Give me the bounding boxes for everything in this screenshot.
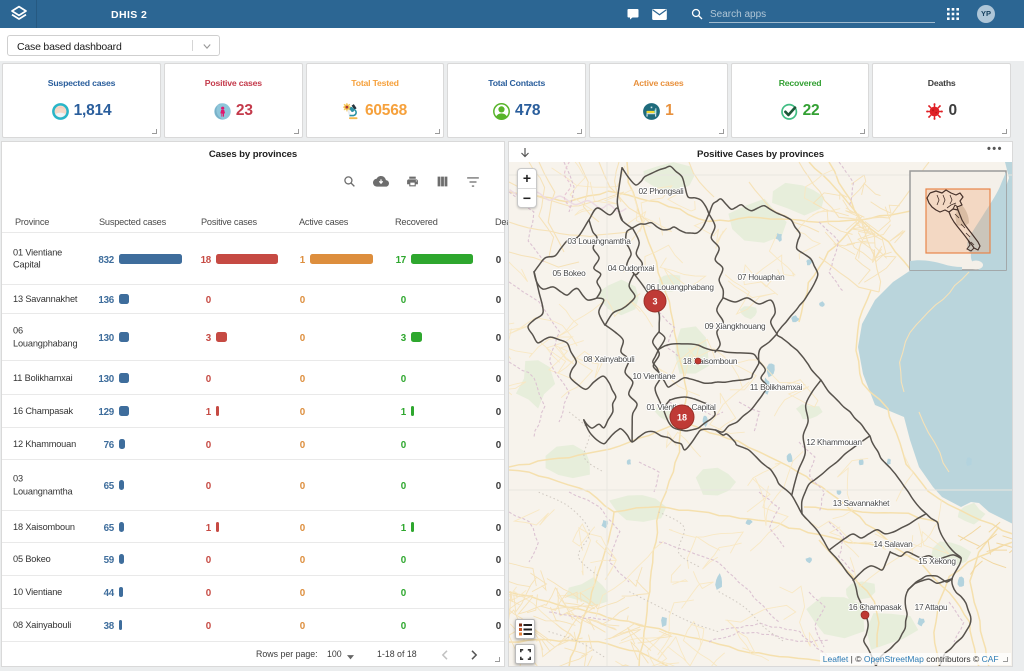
svg-text:02 Phongsali: 02 Phongsali <box>639 186 684 196</box>
svg-text:03 Louangnamtha: 03 Louangnamtha <box>567 236 631 246</box>
svg-text:05 Bokeo: 05 Bokeo <box>552 268 586 278</box>
svg-text:16 Champasak: 16 Champasak <box>849 602 903 612</box>
svg-text:07 Houaphan: 07 Houaphan <box>737 272 785 282</box>
svg-text:17 Attapu: 17 Attapu <box>915 602 948 612</box>
svg-text:14 Salavan: 14 Salavan <box>873 539 913 549</box>
svg-text:13 Savannakhet: 13 Savannakhet <box>833 498 890 508</box>
svg-text:04 Oudomxai: 04 Oudomxai <box>608 263 655 273</box>
svg-text:10 Vientiane: 10 Vientiane <box>633 371 677 381</box>
svg-text:18: 18 <box>677 413 687 423</box>
svg-text:09 Xiangkhouang: 09 Xiangkhouang <box>705 321 766 331</box>
svg-text:15 Xekong: 15 Xekong <box>918 556 956 566</box>
svg-text:11 Bolikhamxai: 11 Bolikhamxai <box>750 382 803 392</box>
svg-text:3: 3 <box>652 297 657 307</box>
svg-text:18 Xaisomboun: 18 Xaisomboun <box>683 356 738 366</box>
svg-text:08 Xainyabouli: 08 Xainyabouli <box>584 354 635 364</box>
svg-text:12 Khammouan: 12 Khammouan <box>806 437 862 447</box>
